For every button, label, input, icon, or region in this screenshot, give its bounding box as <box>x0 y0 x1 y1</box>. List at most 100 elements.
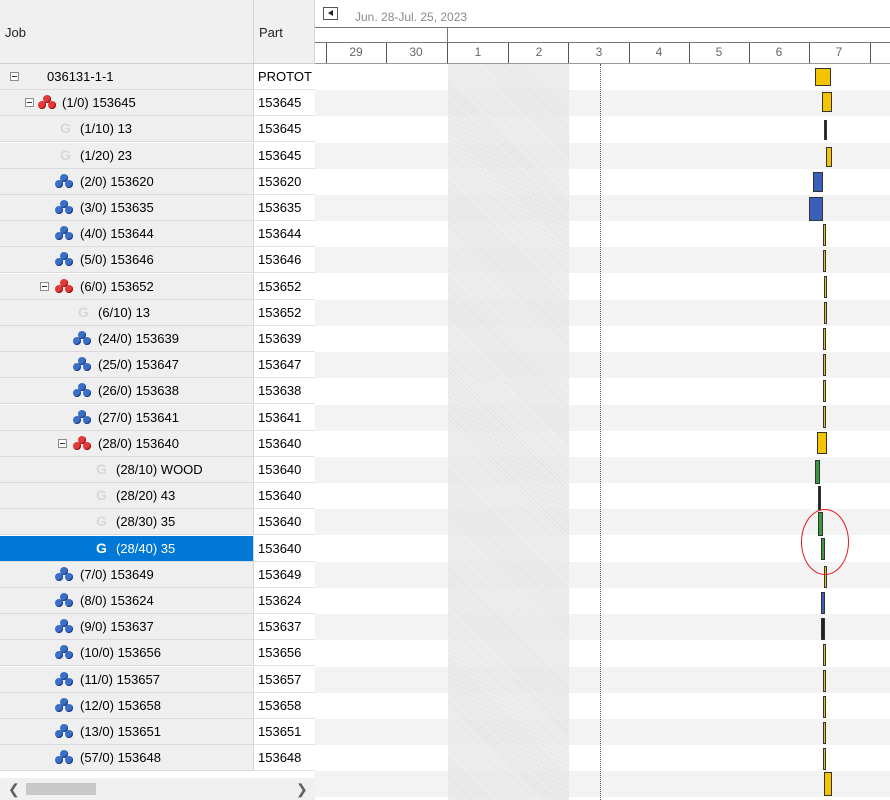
job-cell[interactable]: (7/0) 153649 <box>0 561 254 588</box>
collapse-toggle-icon[interactable] <box>40 281 49 291</box>
job-cell[interactable]: (1/0) 153645 <box>0 90 254 117</box>
table-row[interactable]: G (28/30) 35 153640 <box>0 509 315 536</box>
part-cell[interactable]: 153652 <box>254 273 315 300</box>
job-cell[interactable]: (11/0) 153657 <box>0 666 254 693</box>
scroll-left-icon[interactable]: ❮ <box>8 781 20 798</box>
table-row[interactable]: (4/0) 153644 153644 <box>0 221 315 248</box>
job-cell[interactable]: (57/0) 153648 <box>0 745 254 772</box>
part-cell[interactable]: 153651 <box>254 719 315 745</box>
job-cell[interactable]: (12/0) 153658 <box>0 692 254 719</box>
table-row[interactable]: (13/0) 153651 153651 <box>0 719 315 745</box>
horizontal-scrollbar[interactable]: ❮ ❯ <box>0 778 315 800</box>
part-cell[interactable]: 153640 <box>254 483 315 510</box>
table-row[interactable]: G (28/40) 35 153640 <box>0 535 315 562</box>
job-cell[interactable]: G (28/10) WOOD <box>0 457 254 483</box>
table-row[interactable]: (7/0) 153649 153649 <box>0 561 315 588</box>
part-cell[interactable]: 153640 <box>254 535 315 562</box>
part-cell[interactable]: 153645 <box>254 116 315 143</box>
table-row[interactable]: 036131-1-1 PROTOT <box>0 64 315 90</box>
part-cell[interactable]: 153648 <box>254 745 315 772</box>
gantt-bar[interactable] <box>823 224 826 246</box>
gantt-bar[interactable] <box>817 432 827 454</box>
part-cell[interactable]: 153620 <box>254 168 315 195</box>
part-cell[interactable]: 153624 <box>254 588 315 614</box>
previous-period-button[interactable] <box>323 7 338 20</box>
table-row[interactable]: (12/0) 153658 153658 <box>0 692 315 719</box>
gantt-bar[interactable] <box>823 250 826 272</box>
gantt-bar[interactable] <box>813 172 823 192</box>
job-cell[interactable]: G (28/30) 35 <box>0 509 254 536</box>
job-cell[interactable]: G (28/20) 43 <box>0 483 254 510</box>
job-cell[interactable]: (10/0) 153656 <box>0 640 254 667</box>
table-row[interactable]: (27/0) 153641 153641 <box>0 404 315 431</box>
collapse-toggle-icon[interactable] <box>10 72 19 81</box>
part-cell[interactable]: 153656 <box>254 640 315 667</box>
gantt-bar[interactable] <box>826 147 832 167</box>
gantt-bar[interactable] <box>823 670 826 692</box>
gantt-bar[interactable] <box>823 722 826 744</box>
table-row[interactable]: (28/0) 153640 153640 <box>0 430 315 457</box>
collapse-toggle-icon[interactable] <box>25 98 34 108</box>
table-row[interactable]: (9/0) 153637 153637 <box>0 614 315 641</box>
gantt-bar[interactable] <box>824 120 827 140</box>
gantt-bar[interactable] <box>821 618 825 640</box>
part-cell[interactable]: 153652 <box>254 299 315 326</box>
gantt-bar[interactable] <box>823 644 826 666</box>
job-column-header[interactable]: Job <box>0 0 254 64</box>
table-row[interactable]: (1/0) 153645 153645 <box>0 90 315 117</box>
part-column-header[interactable]: Part <box>254 0 315 64</box>
part-cell[interactable]: 153657 <box>254 666 315 693</box>
gantt-bar[interactable] <box>821 592 825 614</box>
table-row[interactable]: (3/0) 153635 153635 <box>0 195 315 221</box>
collapse-toggle-icon[interactable] <box>58 438 67 448</box>
job-cell[interactable]: (4/0) 153644 <box>0 221 254 248</box>
job-cell[interactable]: (9/0) 153637 <box>0 614 254 641</box>
part-cell[interactable]: 153645 <box>254 142 315 169</box>
gantt-bar[interactable] <box>823 406 826 428</box>
gantt-bar[interactable] <box>822 92 832 112</box>
gantt-bar[interactable] <box>823 354 826 376</box>
gantt-bar[interactable] <box>815 460 820 484</box>
job-cell[interactable]: (26/0) 153638 <box>0 378 254 405</box>
part-cell[interactable]: 153639 <box>254 326 315 352</box>
table-row[interactable]: G (28/10) WOOD 153640 <box>0 457 315 483</box>
table-row[interactable]: (10/0) 153656 153656 <box>0 640 315 667</box>
table-row[interactable]: G (1/20) 23 153645 <box>0 142 315 169</box>
gantt-bar[interactable] <box>815 68 831 86</box>
table-row[interactable]: (24/0) 153639 153639 <box>0 326 315 352</box>
table-row[interactable]: (2/0) 153620 153620 <box>0 168 315 195</box>
gantt-bar[interactable] <box>823 748 826 770</box>
part-cell[interactable]: 153640 <box>254 509 315 536</box>
part-cell[interactable]: 153640 <box>254 430 315 457</box>
part-cell[interactable]: 153645 <box>254 90 315 117</box>
job-cell[interactable]: G (1/20) 23 <box>0 142 254 169</box>
part-cell[interactable]: 153649 <box>254 561 315 588</box>
table-row[interactable]: G (1/10) 13 153645 <box>0 116 315 143</box>
scrollbar-thumb[interactable] <box>26 783 96 795</box>
job-cell[interactable]: (25/0) 153647 <box>0 352 254 379</box>
job-cell[interactable]: G (28/40) 35 <box>0 535 254 562</box>
table-row[interactable]: (57/0) 153648 153648 <box>0 745 315 772</box>
job-cell[interactable]: 036131-1-1 <box>0 64 254 90</box>
part-cell[interactable]: PROTOT <box>254 64 315 90</box>
table-row[interactable]: (11/0) 153657 153657 <box>0 666 315 693</box>
job-cell[interactable]: (3/0) 153635 <box>0 195 254 221</box>
part-cell[interactable]: 153637 <box>254 614 315 641</box>
job-cell[interactable]: G (6/10) 13 <box>0 299 254 326</box>
part-cell[interactable]: 153646 <box>254 247 315 274</box>
gantt-bar[interactable] <box>824 302 827 324</box>
gantt-bar[interactable] <box>824 276 827 298</box>
part-cell[interactable]: 153641 <box>254 404 315 431</box>
part-cell[interactable]: 153658 <box>254 692 315 719</box>
job-cell[interactable]: (27/0) 153641 <box>0 404 254 431</box>
gantt-bar[interactable] <box>818 486 821 510</box>
job-cell[interactable]: (6/0) 153652 <box>0 273 254 300</box>
job-cell[interactable]: (28/0) 153640 <box>0 430 254 457</box>
job-cell[interactable]: G (1/10) 13 <box>0 116 254 143</box>
job-cell[interactable]: (2/0) 153620 <box>0 168 254 195</box>
job-cell[interactable]: (24/0) 153639 <box>0 326 254 352</box>
table-row[interactable]: (25/0) 153647 153647 <box>0 352 315 379</box>
gantt-bar[interactable] <box>823 328 826 350</box>
job-cell[interactable]: (8/0) 153624 <box>0 588 254 614</box>
job-cell[interactable]: (5/0) 153646 <box>0 247 254 274</box>
